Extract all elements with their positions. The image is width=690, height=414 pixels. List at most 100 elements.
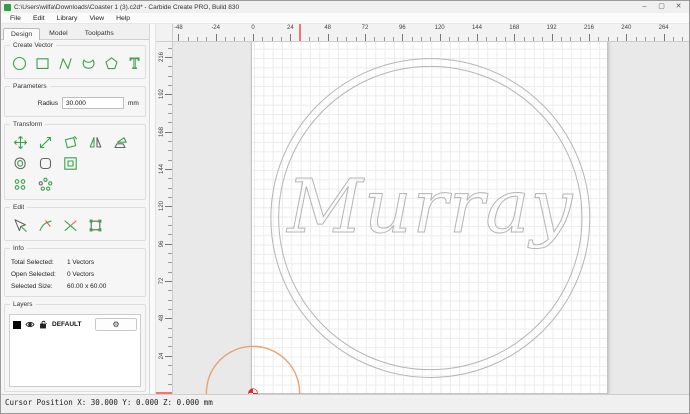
- ruler-y-label: 192: [159, 89, 165, 100]
- ruler-tick: [168, 365, 172, 366]
- tool-nest-icon[interactable]: [61, 154, 80, 173]
- layer-visibility-eye-icon[interactable]: [25, 320, 35, 329]
- close-button[interactable]: ✕: [670, 1, 687, 13]
- ruler-tick: [178, 34, 180, 41]
- tab-toolpaths[interactable]: Toolpaths: [77, 27, 122, 39]
- ruler-x-label: 96: [398, 25, 406, 31]
- ruler-tick: [168, 141, 172, 143]
- create-vector-tools: T: [9, 53, 141, 74]
- tool-node-edit-icon[interactable]: [11, 216, 30, 235]
- tool-scale-icon[interactable]: [36, 133, 55, 152]
- tool-trim-curve-icon[interactable]: [36, 216, 55, 235]
- ruler-tick: [168, 234, 172, 236]
- tool-array-circular-icon[interactable]: [36, 175, 55, 194]
- info-total-selected-value: 1 Vectors: [67, 258, 95, 266]
- edit-group: Edit: [4, 204, 146, 241]
- layer-lock-icon[interactable]: [39, 320, 48, 329]
- title-bar: C:\Users\wilfa\Downloads\Coaster 1 (3).c…: [1, 1, 689, 13]
- tool-cut-intersect-icon[interactable]: [61, 216, 80, 235]
- menu-help[interactable]: Help: [110, 13, 136, 24]
- parameters-title: Parameters: [10, 83, 50, 90]
- ruler-tick: [168, 337, 172, 338]
- layers-list: DEFAULT ⚙: [9, 314, 141, 387]
- ruler-tick: [234, 37, 236, 41]
- ruler-tick: [542, 37, 544, 41]
- tool-array-grid-icon[interactable]: [11, 175, 30, 194]
- ruler-tick: [486, 37, 488, 41]
- ruler-x-label: 240: [621, 25, 632, 31]
- tool-polygon-icon[interactable]: [103, 54, 120, 73]
- ruler-tick: [327, 34, 329, 41]
- info-title: Info: [10, 245, 27, 252]
- drawing-viewport[interactable]: Murray: [173, 42, 689, 394]
- ruler-tick: [663, 34, 665, 41]
- tool-curve-icon[interactable]: [80, 54, 97, 73]
- tool-resize-icon[interactable]: [86, 216, 105, 235]
- transform-title: Transform: [10, 121, 46, 128]
- ruler-tick: [168, 178, 172, 180]
- tool-text-icon[interactable]: T: [126, 54, 143, 73]
- menu-file[interactable]: File: [4, 13, 27, 24]
- ruler-tick: [168, 66, 172, 68]
- ruler-x-label: -48: [173, 25, 183, 31]
- ruler-tick: [168, 47, 172, 49]
- ruler-y-label: 96: [159, 240, 165, 248]
- ruler-tick: [308, 37, 310, 41]
- info-group: Info Total Selected: 1 Vectors Open Selec…: [4, 245, 146, 297]
- ruler-tick: [504, 37, 506, 41]
- ruler-tick: [215, 34, 217, 41]
- design-panel: Design Model Toolpaths Create Vector T Par…: [1, 24, 150, 394]
- ruler-x-label: 120: [434, 25, 445, 31]
- ruler-tick: [607, 37, 609, 41]
- tool-move-icon[interactable]: [11, 133, 30, 152]
- status-bar: Cursor Position X: 30.000 Y: 0.000 Z: 0.…: [1, 394, 689, 413]
- menu-bar: File Edit Library View Help: [1, 13, 689, 24]
- ruler-tick: [579, 37, 581, 41]
- ruler-tick: [551, 34, 553, 41]
- ruler-tick: [290, 34, 292, 41]
- tool-polyline-icon[interactable]: [57, 54, 74, 73]
- info-selected-size-value: 60.00 x 60.00: [67, 282, 107, 290]
- ruler-tick: [197, 37, 198, 41]
- ruler-tick: [588, 34, 590, 41]
- ruler-tick: [243, 37, 245, 41]
- info-open-selected-value: 0 Vectors: [67, 270, 95, 278]
- tool-rotate-icon[interactable]: [61, 133, 80, 152]
- ruler-tick: [448, 37, 450, 41]
- radius-unit: mm: [128, 99, 139, 107]
- ruler-tick: [168, 271, 172, 273]
- stock-area: [251, 42, 608, 394]
- ruler-y-label: 24: [159, 352, 165, 359]
- tool-circle-icon[interactable]: [11, 54, 28, 73]
- ruler-tick: [523, 37, 525, 41]
- menu-view[interactable]: View: [83, 13, 110, 24]
- cursor-x-marker: [298, 24, 301, 41]
- layer-settings-gear-button[interactable]: ⚙: [95, 318, 137, 331]
- edit-title: Edit: [10, 204, 28, 211]
- tab-design[interactable]: Design: [3, 28, 41, 40]
- tool-offset-icon[interactable]: [11, 154, 30, 173]
- ruler-tick: [458, 37, 460, 41]
- info-selected-size-label: Selected Size:: [11, 282, 53, 290]
- tab-model[interactable]: Model: [41, 27, 76, 39]
- ruler-tick: [364, 34, 366, 41]
- ruler-x-label: 0: [251, 25, 255, 31]
- maximize-button[interactable]: ▢: [653, 1, 670, 13]
- minimize-button[interactable]: –: [636, 1, 653, 13]
- radius-input[interactable]: [62, 97, 124, 109]
- menu-edit[interactable]: Edit: [27, 13, 51, 24]
- tool-rectangle-icon[interactable]: [34, 54, 51, 73]
- ruler-y-label: 168: [159, 126, 165, 137]
- tool-shear-icon[interactable]: [111, 133, 130, 152]
- layer-name: DEFAULT: [52, 321, 82, 328]
- ruler-tick: [374, 37, 376, 41]
- ruler-tick: [168, 253, 172, 254]
- ruler-x-label: -24: [211, 25, 220, 31]
- tool-mirror-icon[interactable]: [86, 133, 105, 152]
- menu-library[interactable]: Library: [51, 13, 84, 24]
- tool-fillet-icon[interactable]: [36, 154, 55, 173]
- layer-row[interactable]: DEFAULT ⚙: [10, 315, 140, 334]
- ruler-tick: [560, 37, 562, 41]
- layer-color-swatch[interactable]: [13, 320, 21, 329]
- ruler-corner: [156, 24, 173, 42]
